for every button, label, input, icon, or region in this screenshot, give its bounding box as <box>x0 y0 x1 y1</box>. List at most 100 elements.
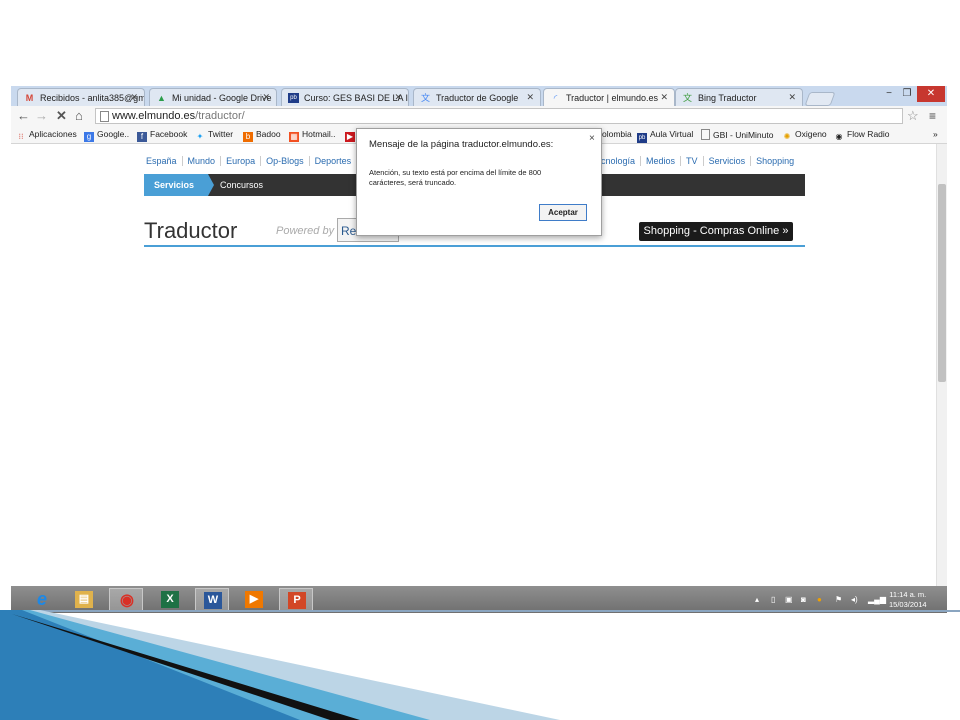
bookmark-olombia[interactable]: olombia <box>602 129 632 139</box>
bookmark-oxigeno[interactable]: ✺ Oxigeno <box>782 129 827 142</box>
nav-link[interactable]: España <box>141 156 183 166</box>
close-icon[interactable]: × <box>589 133 595 144</box>
new-tab-button[interactable] <box>804 92 836 106</box>
bookmark-label: Twitter <box>208 129 234 139</box>
subnav-concursos[interactable]: Concursos <box>220 174 263 196</box>
page-icon <box>701 129 710 140</box>
bookmark-google[interactable]: g Google.. <box>84 129 129 142</box>
word-icon: W <box>204 592 222 609</box>
bookmark-star-icon[interactable]: ☆ <box>907 109 919 123</box>
nav-link[interactable]: TV <box>681 156 704 166</box>
address-domain: www.elmundo.es <box>112 110 196 122</box>
flag-icon[interactable]: ⚑ <box>835 595 842 604</box>
excel-icon: X <box>161 591 179 608</box>
tab-drive[interactable]: ▲ Mi unidad - Google Drive ✕ <box>149 88 277 106</box>
close-tab-icon[interactable]: ✕ <box>130 92 138 103</box>
ie-icon: e <box>36 589 47 609</box>
oxigeno-icon: ✺ <box>783 132 791 141</box>
tab-curso[interactable]: pb Curso: GES BASI DE LA INF ✕ <box>281 88 409 106</box>
bookmark-twitter[interactable]: ✦ Twitter <box>195 129 233 142</box>
close-tab-icon[interactable]: ✕ <box>262 92 270 103</box>
close-tab-icon[interactable]: ✕ <box>394 92 402 103</box>
bookmark-facebook[interactable]: f Facebook <box>137 129 187 142</box>
nav-link[interactable]: Deportes <box>309 156 358 166</box>
taskbar-chrome[interactable]: ◉ <box>109 588 143 611</box>
slide-ribbon-decoration <box>0 610 960 720</box>
taskbar: e ▤ ◉ X W ▶ P ▴ ▯ ▣ ◙ ● ⚑ ◂) ▂▄▆ 11:14 a… <box>11 586 947 613</box>
bookmark-label: Facebook <box>150 129 188 139</box>
address-bar[interactable]: www.elmundo.es/traductor/ <box>95 108 903 124</box>
taskbar-excel[interactable]: X <box>153 588 187 611</box>
battery-icon[interactable]: ▯ <box>771 595 775 604</box>
tab-label: Curso: GES BASI DE LA INF <box>304 93 409 103</box>
nav-link[interactable]: Shopping <box>751 156 799 166</box>
accept-button[interactable]: Aceptar <box>539 204 587 221</box>
nav-link[interactable]: Servicios <box>703 156 752 166</box>
apps-icon: ⁝⁝ <box>18 132 24 141</box>
bookmark-gbi[interactable]: GBI - UniMinuto <box>701 129 773 140</box>
taskbar-media-player[interactable]: ▶ <box>237 588 271 611</box>
nav-link[interactable]: Europa <box>221 156 262 166</box>
bookmark-aula-virtual[interactable]: pb Aula Virtual <box>637 129 693 143</box>
close-window-button[interactable]: ✕ <box>917 86 945 102</box>
youtube-icon: ▶ <box>345 132 355 142</box>
scrollbar[interactable] <box>936 144 947 586</box>
bookmark-badoo[interactable]: b Badoo <box>243 129 281 142</box>
bookmark-label: Aplicaciones <box>29 129 77 139</box>
tab-label: Recibidos - anlita385@gm <box>40 93 145 103</box>
powered-by-label: Powered by <box>276 225 335 237</box>
show-hidden-icons[interactable]: ▴ <box>755 595 759 604</box>
close-tab-icon[interactable]: ✕ <box>526 92 534 103</box>
hotmail-icon: ▦ <box>289 132 299 142</box>
flow-radio-icon: ◉ <box>835 132 843 141</box>
restore-button[interactable]: ❐ <box>897 86 917 102</box>
bookmark-hotmail[interactable]: ▦ Hotmail.. <box>289 129 336 142</box>
volume-icon[interactable]: ◂) <box>851 595 858 604</box>
taskbar-explorer[interactable]: ▤ <box>67 588 101 611</box>
home-icon[interactable]: ⌂ <box>75 108 83 124</box>
taskbar-powerpoint[interactable]: P <box>279 588 313 611</box>
nav-link[interactable]: Mundo <box>182 156 222 166</box>
facebook-icon: f <box>137 132 147 142</box>
nav-link[interactable]: Op-Blogs <box>261 156 310 166</box>
bookmark-label: Badoo <box>256 129 281 139</box>
tab-google-translate[interactable]: 文 Traductor de Google ✕ <box>413 88 541 106</box>
bookmark-flow-radio[interactable]: ◉ Flow Radio <box>834 129 890 142</box>
device-icon[interactable]: ▣ <box>785 595 793 604</box>
bookmark-aplicaciones[interactable]: ⁝⁝ Aplicaciones <box>16 129 77 142</box>
update-icon[interactable]: ● <box>817 595 822 604</box>
google-plus-icon: g <box>84 132 94 142</box>
back-icon[interactable]: ← <box>17 108 30 124</box>
chrome-icon: ◉ <box>120 592 134 609</box>
stop-icon[interactable]: ✕ <box>56 108 67 124</box>
menu-icon[interactable]: ≡ <box>929 109 936 123</box>
page-icon <box>100 111 109 122</box>
security-icon[interactable]: ◙ <box>801 595 806 604</box>
bing-translator-icon: 文 <box>682 93 692 103</box>
close-tab-icon[interactable]: ✕ <box>788 92 796 103</box>
forward-icon[interactable]: → <box>35 108 48 124</box>
taskbar-word[interactable]: W <box>195 588 229 611</box>
title-underline <box>144 245 805 247</box>
shopping-button[interactable]: Shopping - Compras Online » <box>639 222 793 241</box>
minimize-button[interactable]: − <box>879 86 899 102</box>
subnav-servicios[interactable]: Servicios <box>144 174 208 196</box>
address-path: /traductor/ <box>195 110 245 122</box>
bookmark-label: olombia <box>602 129 632 139</box>
tab-bing[interactable]: 文 Bing Traductor ✕ <box>675 88 803 106</box>
taskbar-ie[interactable]: e <box>25 588 59 611</box>
loading-icon: ◜ <box>553 93 558 103</box>
tab-label: Traductor | elmundo.es <box>566 93 659 103</box>
tab-gmail[interactable]: M Recibidos - anlita385@gm ✕ <box>17 88 145 106</box>
tab-elmundo[interactable]: ◜ Traductor | elmundo.es ✕ <box>543 88 675 106</box>
bookmark-label: Google.. <box>97 129 130 139</box>
tab-strip: M Recibidos - anlita385@gm ✕ ▲ Mi unidad… <box>11 86 947 106</box>
scrollbar-thumb[interactable] <box>938 184 946 382</box>
more-bookmarks-icon[interactable]: » <box>933 129 938 139</box>
close-tab-icon[interactable]: ✕ <box>660 92 668 103</box>
clock[interactable]: 11:14 a. m. 15/03/2014 <box>889 590 927 610</box>
nav-link[interactable]: Medios <box>641 156 682 166</box>
signal-icon[interactable]: ▂▄▆ <box>868 595 886 604</box>
nav-link[interactable]: cnología <box>596 156 642 166</box>
bookmark-label: Oxigeno <box>795 129 827 139</box>
